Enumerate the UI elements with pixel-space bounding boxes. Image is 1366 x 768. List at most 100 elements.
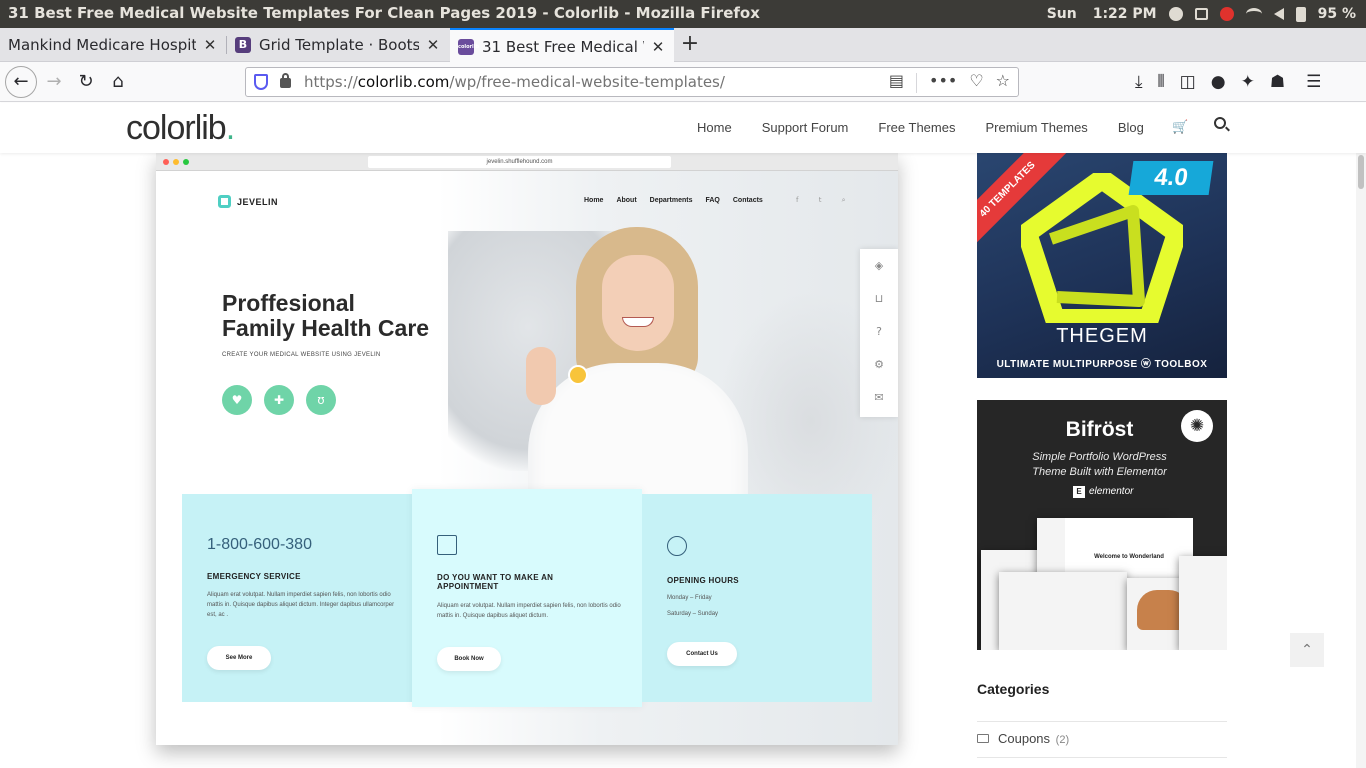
tab-strip: Mankind Medicare Hospital ✕ B Grid Templ…	[0, 28, 1366, 63]
page-actions-icon[interactable]: •••	[929, 71, 957, 93]
categories-divider	[977, 757, 1227, 758]
close-tab-icon[interactable]: ✕	[650, 38, 666, 56]
gem-title: THEGEM	[1056, 325, 1148, 347]
stethoscope-icon: ʊ	[306, 385, 336, 415]
categories-heading: Categories	[977, 681, 1050, 697]
doctor-face-shape	[602, 255, 674, 351]
library-icon[interactable]: ⫴	[1158, 72, 1165, 92]
lock-icon[interactable]	[280, 73, 291, 88]
preview-url: jevelin.shufflehound.com	[368, 156, 671, 168]
card-title: DO YOU WANT TO MAKE AN APPOINTMENT	[437, 573, 554, 591]
url-bar-actions: ▤ ••• ♡ ☆	[889, 71, 1010, 93]
card-title: OPENING HOURS	[667, 576, 739, 585]
url-text[interactable]: https://colorlib.com/wp/free-medical-web…	[304, 73, 725, 91]
bifrost-screenshot	[1179, 556, 1227, 650]
close-tab-icon[interactable]: ✕	[202, 36, 218, 54]
bifrost-ad-banner[interactable]: Bifröst Simple Portfolio WordPress Theme…	[977, 400, 1227, 650]
category-name[interactable]: Coupons	[998, 731, 1050, 746]
hours-weekdays: Monday – Friday	[667, 595, 712, 601]
gem-pentagon-icon	[1021, 173, 1183, 323]
menu-icon[interactable]: ☰	[1306, 72, 1321, 92]
preview-dot-yellow	[173, 159, 179, 165]
reload-button[interactable]: ↻	[72, 68, 100, 96]
url-path: /wp/free-medical-website-templates/	[449, 73, 725, 91]
colorlib-logo[interactable]: colorlib.	[126, 109, 236, 148]
layers-icon: ◈	[874, 259, 884, 272]
bifrost-subtitle-line1: Simple Portfolio WordPress	[1032, 451, 1167, 463]
nav-home[interactable]: Home	[697, 120, 732, 135]
home-button[interactable]: ⌂	[104, 68, 132, 96]
back-button[interactable]: ←	[5, 66, 37, 98]
cart-icon[interactable]: 🛒	[1172, 120, 1188, 135]
close-window-icon[interactable]	[1219, 7, 1234, 21]
download-icon[interactable]: ⤓	[1135, 72, 1143, 92]
battery-icon[interactable]	[1295, 6, 1306, 22]
pocket-icon[interactable]: ♡	[969, 71, 983, 93]
jevelin-logo: JEVELIN	[218, 195, 278, 208]
preview-side-toolbar: ◈ ⊔ ? ⚙ ✉	[860, 249, 898, 417]
close-tab-icon[interactable]: ✕	[425, 36, 441, 54]
preview-nav-contacts: Contacts	[732, 197, 763, 204]
tracking-shield-icon[interactable]	[254, 74, 268, 90]
clock-icon	[667, 536, 687, 556]
tab-colorlib[interactable]: colorlib 31 Best Free Medical We ✕	[450, 28, 674, 63]
elementor-logo: Eelementor	[1073, 486, 1133, 498]
category-count: (2)	[1055, 734, 1070, 746]
see-more-button: See More	[207, 646, 271, 670]
preview-browser-chrome: jevelin.shufflehound.com	[156, 153, 898, 171]
page-scrollbar[interactable]	[1356, 153, 1366, 768]
preview-heading: Proffesional Family Health Care	[222, 291, 429, 341]
url-prefix: https://	[304, 73, 358, 91]
sidebar-icon[interactable]: ◫	[1180, 72, 1196, 92]
preview-dot-green	[183, 159, 189, 165]
thegem-ad-banner[interactable]: 40 TEMPLATES 4.0 THEGEM ULTIMATE MULTIPU…	[977, 153, 1227, 378]
preview-subheading: CREATE YOUR MEDICAL WEBSITE USING JEVELI…	[222, 352, 381, 358]
account-icon[interactable]: ●	[1211, 72, 1226, 92]
jevelin-cross-icon	[218, 195, 231, 208]
volume-icon[interactable]	[1273, 8, 1284, 20]
clock-label[interactable]: 1:22 PM	[1093, 6, 1157, 22]
bootstrap-favicon-icon: B	[235, 37, 251, 53]
logo-dot: .	[225, 109, 236, 147]
gem-version-badge: 4.0	[1128, 161, 1214, 195]
nav-support-forum[interactable]: Support Forum	[762, 120, 849, 135]
url-bar[interactable]: https://colorlib.com/wp/free-medical-web…	[245, 67, 1019, 97]
template-preview-image[interactable]: jevelin.shufflehound.com JEVELIN Home Ab…	[156, 153, 898, 745]
settings-icon: ⚙	[874, 358, 884, 371]
url-host: colorlib.com	[357, 73, 450, 91]
calendar-icon	[437, 535, 457, 555]
preview-card-hours: OPENING HOURS Monday – Friday Saturday –…	[642, 494, 872, 702]
nav-blog[interactable]: Blog	[1118, 120, 1144, 135]
scrollbar-thumb[interactable]	[1358, 155, 1364, 189]
minimize-icon[interactable]	[1168, 7, 1183, 21]
preview-social-icons: f t ⌕	[796, 196, 855, 204]
preview-heading-line2: Family Health Care	[222, 315, 430, 341]
card-text: Aliquam erat volutpat. Nullam imperdiet …	[437, 603, 621, 619]
extension-robot-icon[interactable]: ☗	[1270, 72, 1285, 92]
reader-view-icon[interactable]: ▤	[889, 71, 904, 93]
preview-nav: Home About Departments FAQ Contacts	[584, 197, 776, 204]
forward-button[interactable]: →	[40, 68, 68, 96]
search-icon[interactable]	[1214, 117, 1226, 129]
book-now-button: Book Now	[437, 647, 501, 671]
preview-heading-line1: Proffesional	[222, 290, 355, 316]
bookmark-star-icon[interactable]: ☆	[996, 71, 1010, 93]
page-content: jevelin.shufflehound.com JEVELIN Home Ab…	[0, 153, 1366, 768]
hours-weekend: Saturday – Sunday	[667, 611, 719, 617]
extension-gecko-icon[interactable]: ✦	[1241, 72, 1255, 92]
category-item-coupons[interactable]: Coupons (2)	[977, 731, 1069, 746]
categories-divider	[977, 721, 1227, 722]
doctor-hand-shape	[526, 347, 556, 405]
heart-monitor-icon: ♥	[222, 385, 252, 415]
nav-free-themes[interactable]: Free Themes	[878, 120, 955, 135]
card-title: EMERGENCY SERVICE	[207, 572, 301, 581]
tab-grid-template[interactable]: B Grid Template · Bootstra ✕	[227, 28, 449, 62]
nav-premium-themes[interactable]: Premium Themes	[985, 120, 1087, 135]
wifi-icon[interactable]	[1245, 8, 1262, 20]
new-tab-button[interactable]: +	[678, 33, 702, 57]
maximize-icon[interactable]	[1194, 8, 1208, 20]
scroll-to-top-button[interactable]: ⌃	[1290, 633, 1324, 667]
folder-icon	[977, 734, 989, 743]
tab-mankind[interactable]: Mankind Medicare Hospital ✕	[0, 28, 226, 62]
medkit-icon: ✚	[264, 385, 294, 415]
